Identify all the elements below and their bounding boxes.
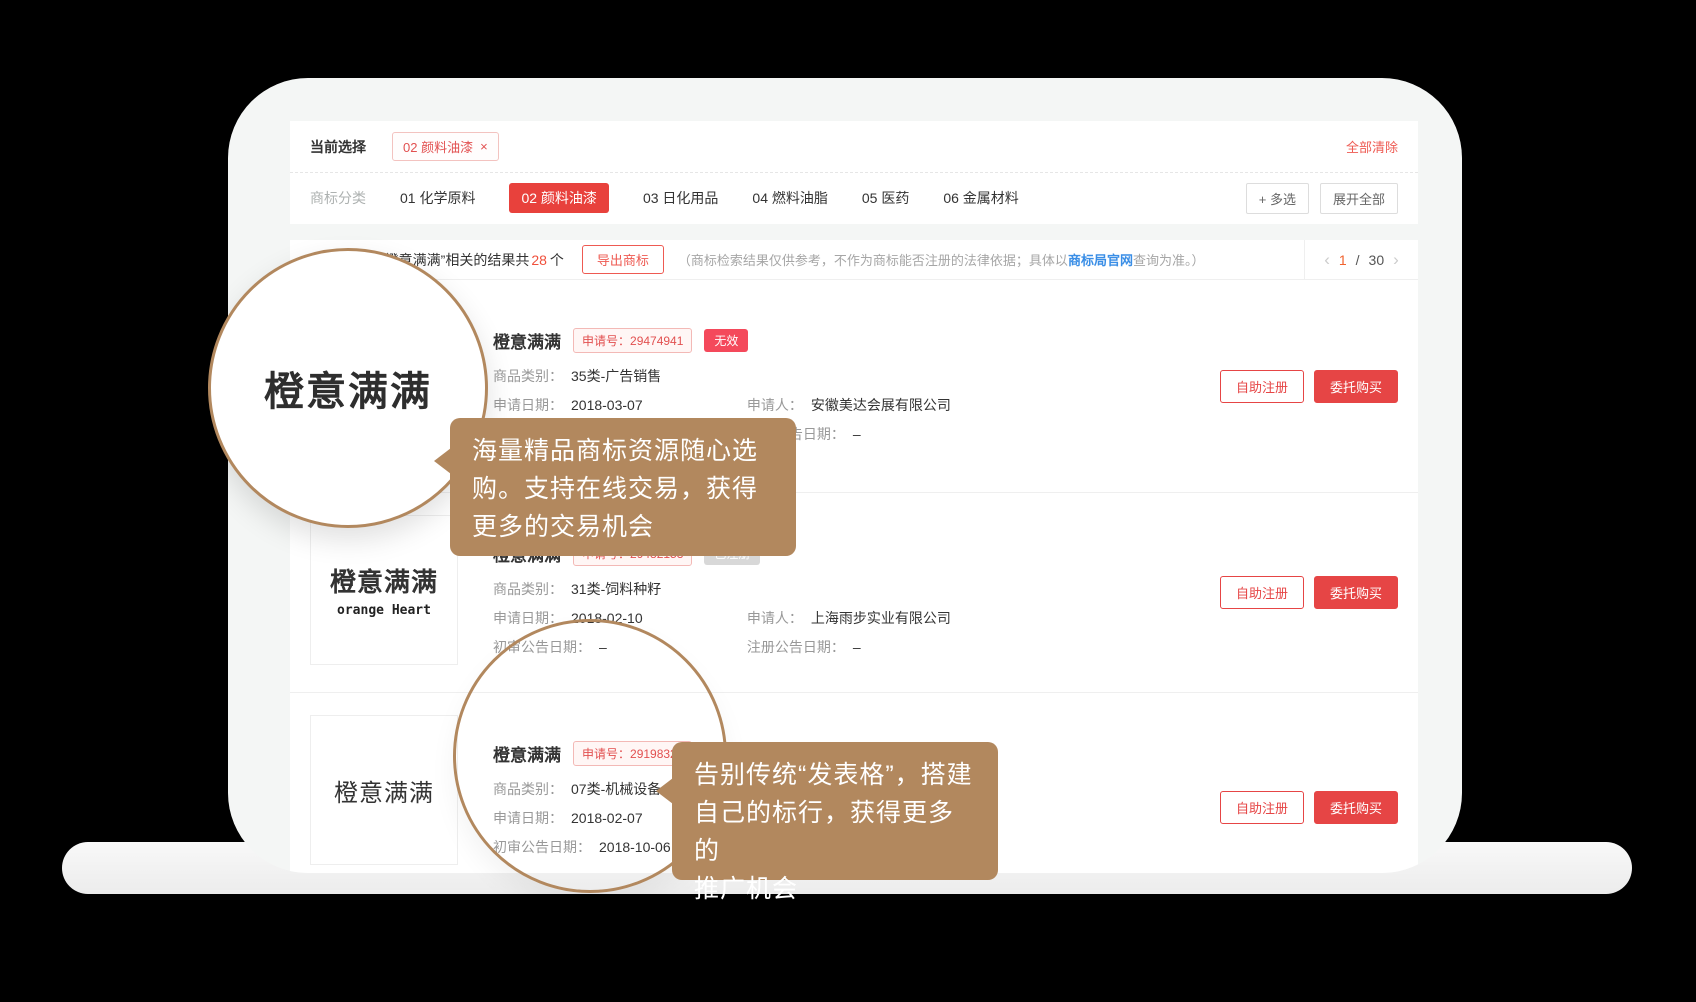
applicant-label: 申请人： [747,397,803,413]
entrust-buy-button[interactable]: 委托购买 [1314,576,1398,609]
selected-filter-tag-label: 02 颜料油漆 [403,137,473,156]
category-item-06[interactable]: 06 金属材料 [943,188,1018,208]
row-actions: 自助注册 委托购买 [1220,576,1398,609]
results-count-unit: 个 [550,250,564,270]
current-selection-row: 当前选择 02 颜料油漆 × 全部清除 [290,121,1418,173]
tooltip-line: 自己的标行，获得更多的 [694,794,976,870]
category-item-04[interactable]: 04 燃料油脂 [752,188,827,208]
applicant-value: 上海雨步实业有限公司 [811,610,951,626]
trademark-image: 橙意满满 orange Heart [310,515,458,665]
status-badge: 无效 [704,329,748,352]
apply-date-value: 2018-02-07 [571,810,643,826]
category-value: 07类-机械设备 [571,781,661,797]
entrust-buy-button[interactable]: 委托购买 [1314,791,1398,824]
remove-filter-icon[interactable]: × [480,139,488,154]
category-row: 商标分类 01 化学原料 02 颜料油漆 03 日化用品 04 燃料油脂 05 … [290,173,1418,223]
entrust-buy-button[interactable]: 委托购买 [1314,370,1398,403]
trademark-image: 橙意满满 [310,715,458,865]
results-header: 为您搜索到“橙意满满”相关的结果共 28 个 导出商标 （商标检索结果仅供参考，… [290,240,1418,280]
magnified-trademark-text: 橙意满满 [264,359,432,417]
disclaimer: （商标检索结果仅供参考，不作为商标能否注册的法律依据；具体以商标局官网查询为准。… [678,250,1205,269]
category-label: 商品类别： [493,368,563,384]
tooltip-line: 告别传统“发表格”，搭建 [694,756,976,794]
reg-notice-value: – [853,639,861,655]
trademark-image-text: 橙意满满 [330,562,438,599]
category-item-03[interactable]: 03 日化用品 [643,188,718,208]
page-total: 30 [1369,252,1385,268]
trademark-image-subtext: orange Heart [337,603,431,618]
tooltip-line: 更多的交易机会 [472,508,774,546]
tooltip-line: 推广机会 [694,870,976,908]
disclaimer-post: 查询为准。） [1133,253,1205,268]
export-trademarks-button[interactable]: 导出商标 [582,245,664,274]
trademark-office-link[interactable]: 商标局官网 [1068,253,1133,268]
page-next-icon[interactable]: › [1393,251,1399,268]
trademark-name: 橙意满满 [493,328,561,353]
category-item-05[interactable]: 05 医药 [862,188,909,208]
apply-date-value: 2018-03-07 [571,397,643,413]
results-count: 28 [531,252,547,268]
self-register-button[interactable]: 自助注册 [1220,370,1304,403]
magnifier-lens: 橙意满满 [208,248,488,528]
disclaimer-pre: （商标检索结果仅供参考，不作为商标能否注册的法律依据；具体以 [678,253,1068,268]
first-notice-value: – [599,639,607,655]
first-notice-value: 2018-10-06 [599,839,671,855]
tooltip-line: 购。支持在线交易，获得 [472,470,774,508]
category-row-label: 商标分类 [310,188,366,208]
apply-date-value: 2018-02-10 [571,610,643,626]
self-register-button[interactable]: 自助注册 [1220,791,1304,824]
first-notice-label: 初审公告日期： [493,639,591,655]
apply-date-label: 申请日期： [493,610,563,626]
clear-all-button[interactable]: 全部清除 [1346,137,1398,156]
category-value: 35类-广告销售 [571,368,661,384]
row-actions: 自助注册 委托购买 [1220,791,1398,824]
filter-panel: 当前选择 02 颜料油漆 × 全部清除 商标分类 01 化学原料 02 颜料油漆… [290,121,1418,224]
row-actions: 自助注册 委托购买 [1220,370,1398,403]
feature-tooltip-promo: 告别传统“发表格”，搭建 自己的标行，获得更多的 推广机会 [672,742,998,880]
pagination: ‹ 1 / 30 › [1304,240,1418,279]
expand-all-button[interactable]: 展开全部 [1320,183,1398,214]
self-register-button[interactable]: 自助注册 [1220,576,1304,609]
first-notice-label: 初审公告日期： [493,839,591,855]
results-summary: 为您搜索到“橙意满满”相关的结果共 28 个 导出商标 （商标检索结果仅供参考，… [290,245,1304,274]
category-label: 商品类别： [493,581,563,597]
applicant-value: 安徽美达会展有限公司 [811,397,951,413]
trademark-image-text: 橙意满满 [334,773,434,808]
multi-select-button[interactable]: + 多选 [1246,183,1309,214]
apply-date-label: 申请日期： [493,810,563,826]
page-prev-icon[interactable]: ‹ [1324,251,1330,268]
page-current: 1 [1339,252,1347,268]
reg-notice-value: – [853,426,861,442]
category-value: 31类-饲料种籽 [571,581,661,597]
application-number-badge: 申请号：29474941 [573,328,692,353]
selected-filter-tag[interactable]: 02 颜料油漆 × [392,132,499,161]
current-selection-label: 当前选择 [310,137,366,157]
apply-date-label: 申请日期： [493,397,563,413]
reg-notice-label: 注册公告日期： [747,639,845,655]
applicant-label: 申请人： [747,610,803,626]
feature-tooltip-trade: 海量精品商标资源随心选 购。支持在线交易，获得 更多的交易机会 [450,418,796,556]
category-item-01[interactable]: 01 化学原料 [400,188,475,208]
trademark-name: 橙意满满 [493,741,561,766]
page-separator: / [1356,252,1360,268]
category-label: 商品类别： [493,781,563,797]
category-item-02-selected[interactable]: 02 颜料油漆 [509,183,608,213]
tooltip-line: 海量精品商标资源随心选 [472,432,774,470]
